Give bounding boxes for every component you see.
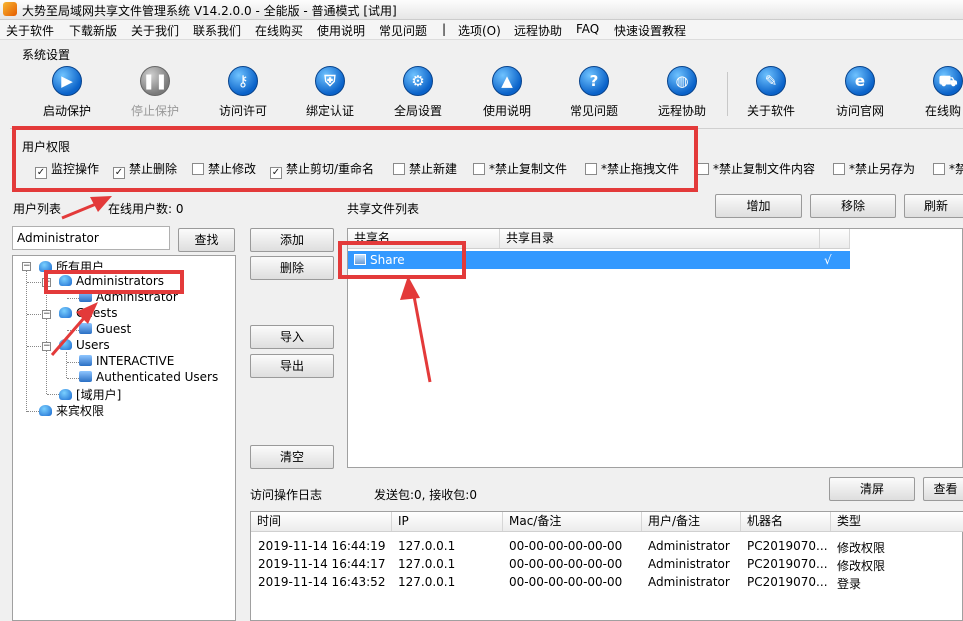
arrow-to-administrators: [50, 317, 86, 356]
annotation-arrows: [50, 196, 432, 383]
arrow-head-share: [400, 276, 420, 300]
arrow-to-permissions: [61, 202, 97, 220]
arrow-to-share: [412, 295, 432, 383]
arrow-head-administrators: [76, 302, 98, 324]
